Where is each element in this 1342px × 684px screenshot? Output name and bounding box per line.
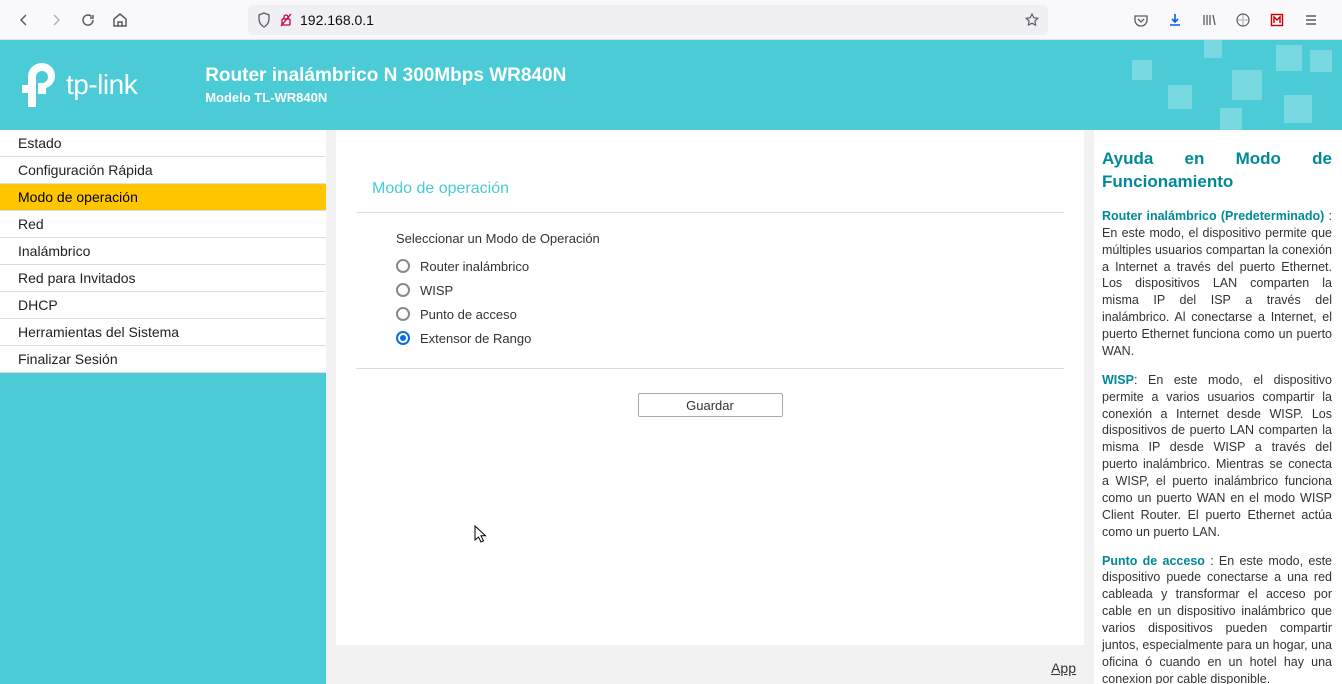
nav-item-dhcp[interactable]: DHCP	[0, 292, 326, 319]
library-icon[interactable]	[1194, 6, 1224, 34]
radio-label: WISP	[420, 283, 453, 298]
radio-extensor-rango[interactable]: Extensor de Rango	[396, 326, 1064, 350]
url-text: 192.168.0.1	[300, 12, 1018, 28]
download-icon[interactable]	[1160, 6, 1190, 34]
nav-item-estado[interactable]: Estado	[0, 130, 326, 157]
browser-toolbar: 192.168.0.1	[0, 0, 1342, 40]
shield-icon	[256, 12, 272, 28]
radio-icon	[396, 259, 410, 273]
nav-item-herramientas[interactable]: Herramientas del Sistema	[0, 319, 326, 346]
nav-item-modo-operacion[interactable]: Modo de operación	[0, 184, 326, 211]
radio-label: Router inalámbrico	[420, 259, 529, 274]
nav-item-inalambrico[interactable]: Inalámbrico	[0, 238, 326, 265]
radio-icon	[396, 283, 410, 297]
header-decoration	[1062, 40, 1342, 130]
page-title: Router inalámbrico N 300Mbps WR840N	[205, 65, 566, 87]
divider	[356, 212, 1064, 213]
reload-button[interactable]	[74, 6, 102, 34]
field-label: Seleccionar un Modo de Operación	[396, 231, 1064, 246]
brand-text: tp-link	[66, 69, 137, 101]
bookmark-star-icon[interactable]	[1024, 12, 1040, 28]
back-button[interactable]	[10, 6, 38, 34]
toolbar-right	[1126, 6, 1326, 34]
help-panel: Ayuda en Modo de Funcionamiento Router i…	[1094, 130, 1342, 684]
address-bar[interactable]: 192.168.0.1	[248, 5, 1048, 35]
nav-item-red-invitados[interactable]: Red para Invitados	[0, 265, 326, 292]
divider	[356, 368, 1064, 369]
nav-item-finalizar-sesion[interactable]: Finalizar Sesión	[0, 346, 326, 373]
pocket-icon[interactable]	[1126, 6, 1156, 34]
lock-slash-icon	[278, 12, 294, 28]
nav-item-configuracion-rapida[interactable]: Configuración Rápida	[0, 157, 326, 184]
main-content: Modo de operación Seleccionar un Modo de…	[326, 130, 1094, 684]
radio-punto-acceso[interactable]: Punto de acceso	[396, 302, 1064, 326]
help-paragraph-wisp: WISP: En este modo, el dispositivo permi…	[1102, 372, 1332, 541]
forward-button[interactable]	[42, 6, 70, 34]
brand-logo: tp-link	[22, 63, 137, 107]
radio-label: Extensor de Rango	[420, 331, 531, 346]
nav-item-red[interactable]: Red	[0, 211, 326, 238]
home-button[interactable]	[106, 6, 134, 34]
card-title: Modo de operación	[356, 152, 1064, 212]
settings-card: Modo de operación Seleccionar un Modo de…	[336, 130, 1084, 645]
extension-icon-1[interactable]	[1228, 6, 1258, 34]
menu-button[interactable]	[1296, 6, 1326, 34]
radio-label: Punto de acceso	[420, 307, 517, 322]
radio-icon	[396, 331, 410, 345]
radio-wisp[interactable]: WISP	[396, 278, 1064, 302]
help-paragraph-ap: Punto de acceso : En este modo, este dis…	[1102, 553, 1332, 684]
page-header: tp-link Router inalámbrico N 300Mbps WR8…	[0, 40, 1342, 130]
model-label: Modelo TL-WR840N	[205, 90, 566, 105]
radio-router-inalambrico[interactable]: Router inalámbrico	[396, 254, 1064, 278]
logo-mark-icon	[22, 63, 58, 107]
save-button[interactable]: Guardar	[638, 393, 783, 417]
sidebar-nav: Estado Configuración Rápida Modo de oper…	[0, 130, 326, 684]
radio-icon	[396, 307, 410, 321]
help-title: Ayuda en Modo de Funcionamiento	[1102, 148, 1332, 194]
app-link[interactable]: App	[1051, 660, 1076, 676]
extension-icon-2[interactable]	[1262, 6, 1292, 34]
help-paragraph-router: Router inalámbrico (Predeterminado) : En…	[1102, 208, 1332, 360]
